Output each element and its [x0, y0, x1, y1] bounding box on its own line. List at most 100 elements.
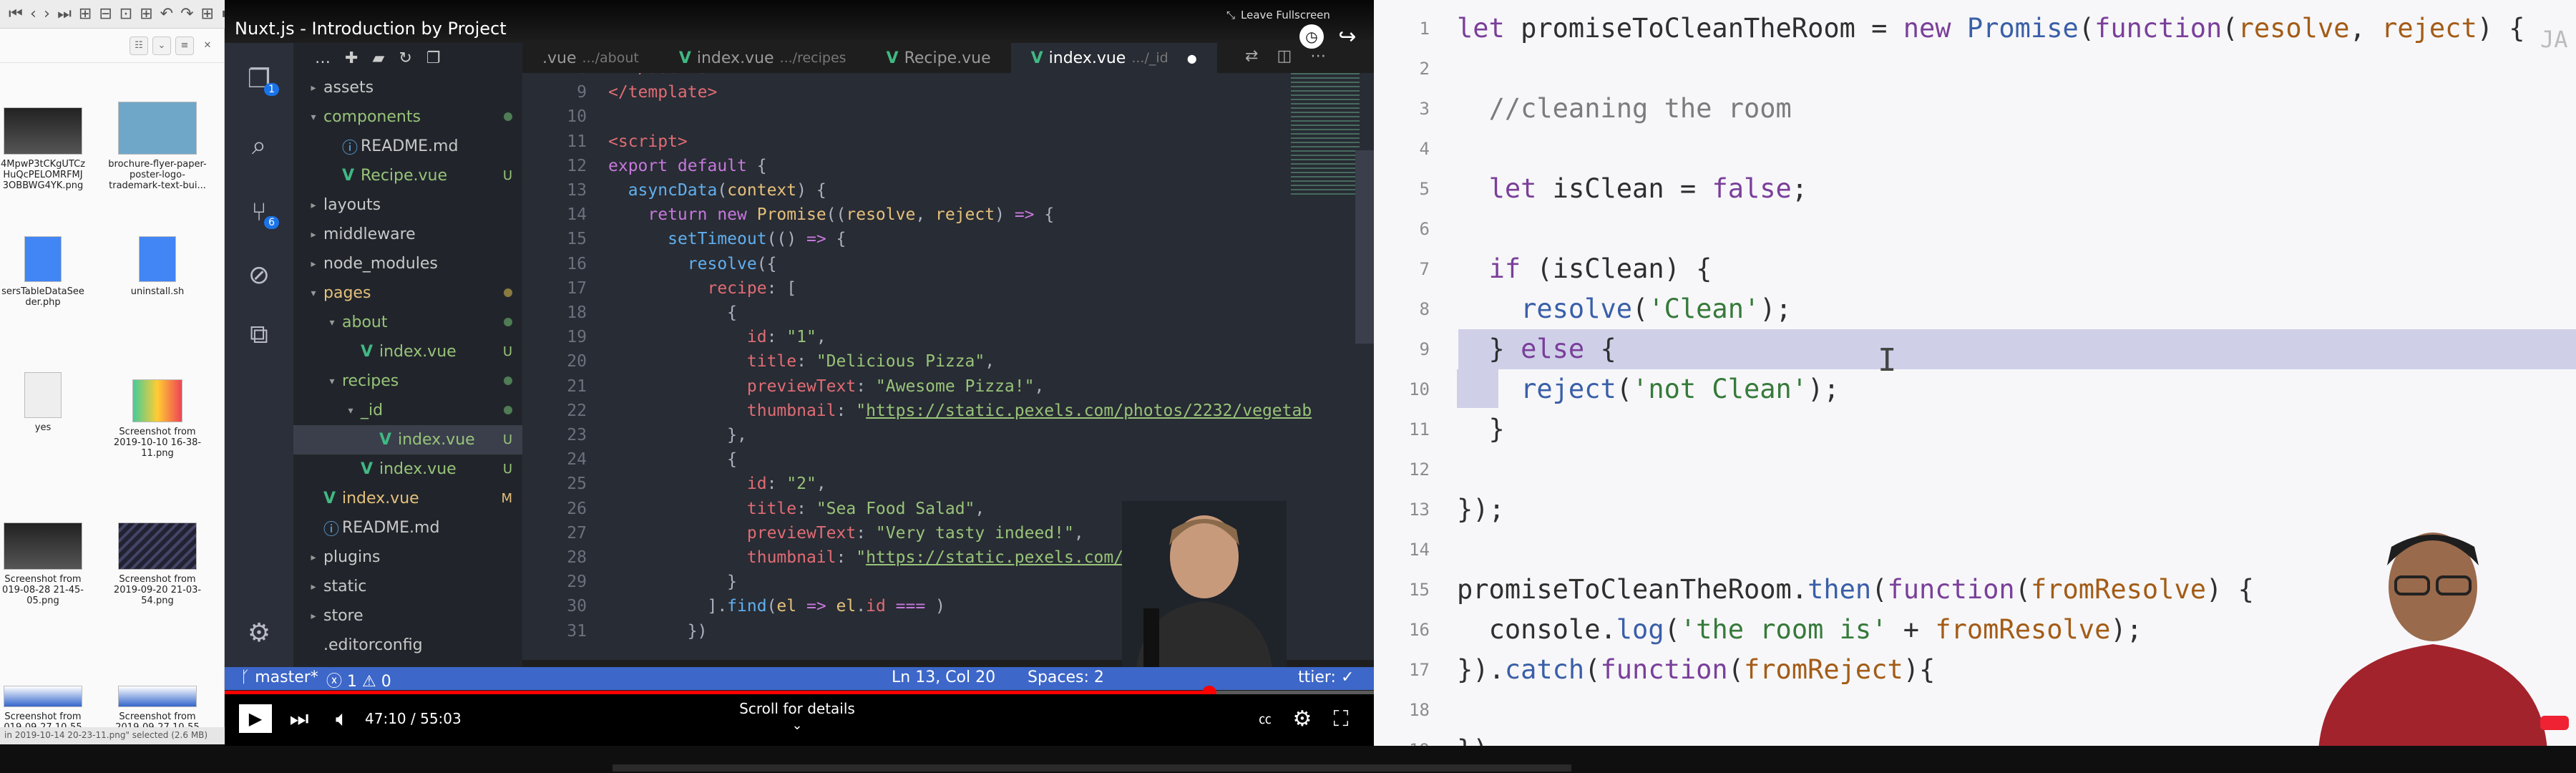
tree-item[interactable]: Vindex.vue M	[293, 484, 522, 513]
volume-icon[interactable]: 🔈︎	[328, 704, 356, 733]
new-file-icon[interactable]: ✚	[345, 49, 358, 67]
collapse-icon[interactable]: ❐	[426, 49, 441, 67]
watch-later-icon[interactable]: ◷	[1299, 24, 1324, 49]
file-item[interactable]: Screenshot from 2019-09-27 10-55	[107, 686, 208, 733]
undo-icon[interactable]: ↶	[160, 5, 173, 24]
leave-fullscreen-button[interactable]: ⤡ Leave Fullscreen	[1226, 6, 1370, 24]
editor-tab[interactable]: .vue .../about	[522, 43, 659, 73]
tree-item-label: layouts	[323, 196, 381, 214]
unsaved-dot-icon[interactable]: ●	[1187, 52, 1197, 65]
file-item[interactable]: sersTableDataSee der.php	[0, 236, 93, 308]
video-player-left[interactable]: Nuxt.js - Introduction by Project ⤡ Leav…	[225, 0, 1374, 773]
indentation[interactable]: Spaces: 2	[1028, 669, 1104, 686]
tree-item[interactable]: ▸ node_modules	[293, 249, 522, 278]
settings-gear-icon[interactable]: ⚙	[242, 616, 276, 650]
more-actions-icon[interactable]: ⋯	[1310, 47, 1326, 70]
tree-item[interactable]: ▸ store	[293, 601, 522, 631]
tree-item[interactable]: ▸ static	[293, 572, 522, 601]
view-toggle-icon[interactable]: ☷	[130, 36, 148, 55]
scroll-hint[interactable]: Scroll for details	[711, 700, 883, 717]
file-item[interactable]: yes	[0, 372, 93, 433]
captions-icon[interactable]: ㏄	[1251, 704, 1279, 733]
git-branch[interactable]: ᚴ master*	[240, 669, 318, 686]
tree-item[interactable]: Vindex.vue U	[293, 425, 522, 454]
dropdown-square-icon[interactable]: ⊡	[119, 5, 132, 24]
share-icon[interactable]: ↪	[1335, 24, 1360, 49]
close-icon[interactable]: ✕	[198, 37, 217, 55]
chevron-left-icon[interactable]: ‹	[30, 5, 36, 24]
refresh-icon[interactable]: ↻	[399, 49, 411, 67]
exit-fullscreen-icon[interactable]: ⛶	[1327, 704, 1355, 733]
video-player-right[interactable]: 1 let promiseToCleanTheRoom = new Promise…	[1374, 0, 2576, 765]
grid-icon[interactable]: ⊞	[140, 5, 152, 24]
code-line: } else {	[1457, 334, 1616, 364]
file-item[interactable]: Screenshot from 019-08-28 21-45-05.png	[0, 522, 93, 606]
tree-item[interactable]: ▸ plugins	[293, 543, 522, 572]
chevron-down-icon[interactable]: ⌄	[152, 36, 171, 55]
line-number: 4	[1419, 139, 1430, 159]
tree-item[interactable]: ⓘ README.md	[293, 132, 522, 161]
extensions-icon[interactable]: ⧉	[242, 318, 276, 352]
split-editor-icon[interactable]: ◫	[1277, 47, 1292, 70]
add-square-icon[interactable]: ⊞	[79, 5, 92, 24]
file-item[interactable]: Screenshot from 019-09-27 10-55	[0, 686, 93, 733]
file-item[interactable]: Screenshot from 2019-09-20 21-03-54.png	[107, 522, 208, 606]
code-line: resolve('Clean');	[1521, 293, 1792, 324]
tab-path: .../about	[582, 50, 639, 66]
git-status: M	[501, 491, 512, 506]
tree-item[interactable]: ▾ about	[293, 308, 522, 337]
grid-2-icon[interactable]: ⊞	[201, 5, 214, 24]
tree-item[interactable]: .editorconfig	[293, 631, 522, 660]
tree-item[interactable]: ▾ recipes	[293, 366, 522, 396]
play-icon[interactable]: ▶	[239, 704, 272, 733]
tree-item[interactable]: ⓘ README.md	[293, 513, 522, 543]
page-scrollbar[interactable]	[613, 764, 1571, 772]
code-line: resolve({	[687, 254, 777, 273]
tree-item[interactable]: V Recipe.vue U	[293, 161, 522, 190]
search-icon[interactable]: ⌕	[242, 129, 276, 163]
file-item[interactable]: 4MpwP3tCKgUTCz HuQcPELOMRFMJ 3OBBWG4YK.p…	[0, 107, 93, 191]
editor-scrollbar[interactable]	[1355, 150, 1374, 344]
line-number: 17	[567, 278, 587, 298]
cursor-position[interactable]: Ln 13, Col 20	[892, 669, 995, 686]
more-icon[interactable]: …	[315, 49, 331, 67]
tree-item-label: Recipe.vue	[361, 167, 448, 185]
files-icon[interactable]: ❐ 1	[242, 62, 279, 96]
menu-icon[interactable]: ≡	[175, 36, 194, 55]
tree-item[interactable]: ▸ middleware	[293, 220, 522, 249]
source-control-icon[interactable]: ⑂ 6	[242, 195, 279, 229]
debug-icon[interactable]: ⊘	[242, 258, 276, 292]
file-item[interactable]: brochure-flyer-paper-poster-logo-tradema…	[107, 102, 208, 191]
settings-icon[interactable]: ⚙	[1288, 704, 1317, 733]
skip-back-icon[interactable]: ⏮	[9, 5, 23, 24]
file-item[interactable]: uninstall.sh	[107, 236, 208, 297]
tree-item[interactable]: ▾ components	[293, 102, 522, 132]
skip-forward-icon[interactable]: ⏭	[57, 5, 72, 24]
problems-indicator[interactable]: ⓧ 1 ⚠ 0	[326, 669, 391, 691]
redo-icon[interactable]: ↷	[180, 5, 193, 24]
code-line: <script>	[608, 132, 688, 151]
minus-square-icon[interactable]: ⊟	[99, 5, 112, 24]
tree-item[interactable]: ▸ layouts	[293, 190, 522, 220]
tree-item[interactable]: ▾ _id	[293, 396, 522, 425]
tree-item[interactable]: ▸ assets	[293, 73, 522, 102]
next-icon[interactable]: ⏭	[285, 704, 313, 733]
line-number: 26	[567, 499, 587, 518]
editor-tab[interactable]: V Recipe.vue	[867, 43, 1011, 73]
code-line: recipe: [	[707, 278, 797, 298]
new-folder-icon[interactable]: ▰	[372, 49, 384, 67]
tree-item[interactable]: Vindex.vue U	[293, 337, 522, 366]
tree-item[interactable]: Vindex.vue U	[293, 454, 522, 484]
line-number: 21	[567, 376, 587, 396]
chevron-icon: ▾	[348, 404, 353, 417]
editor-tab[interactable]: Vindex.vue .../recipes	[659, 43, 867, 73]
file-item[interactable]: Screenshot from 2019-10-10 16-38-11.png	[107, 379, 208, 459]
editor-tab[interactable]: Vindex.vue .../_id ●	[1010, 43, 1217, 73]
vue-file-icon: V	[361, 343, 374, 361]
tree-item-label: node_modules	[323, 255, 438, 273]
tree-item[interactable]: ▾ pages	[293, 278, 522, 308]
prettier-status[interactable]: ttier: ✓	[1298, 669, 1354, 686]
chevron-down-icon[interactable]: ⌄	[783, 717, 811, 733]
split-compare-icon[interactable]: ⇄	[1245, 47, 1258, 70]
chevron-right-icon[interactable]: ›	[44, 5, 50, 24]
